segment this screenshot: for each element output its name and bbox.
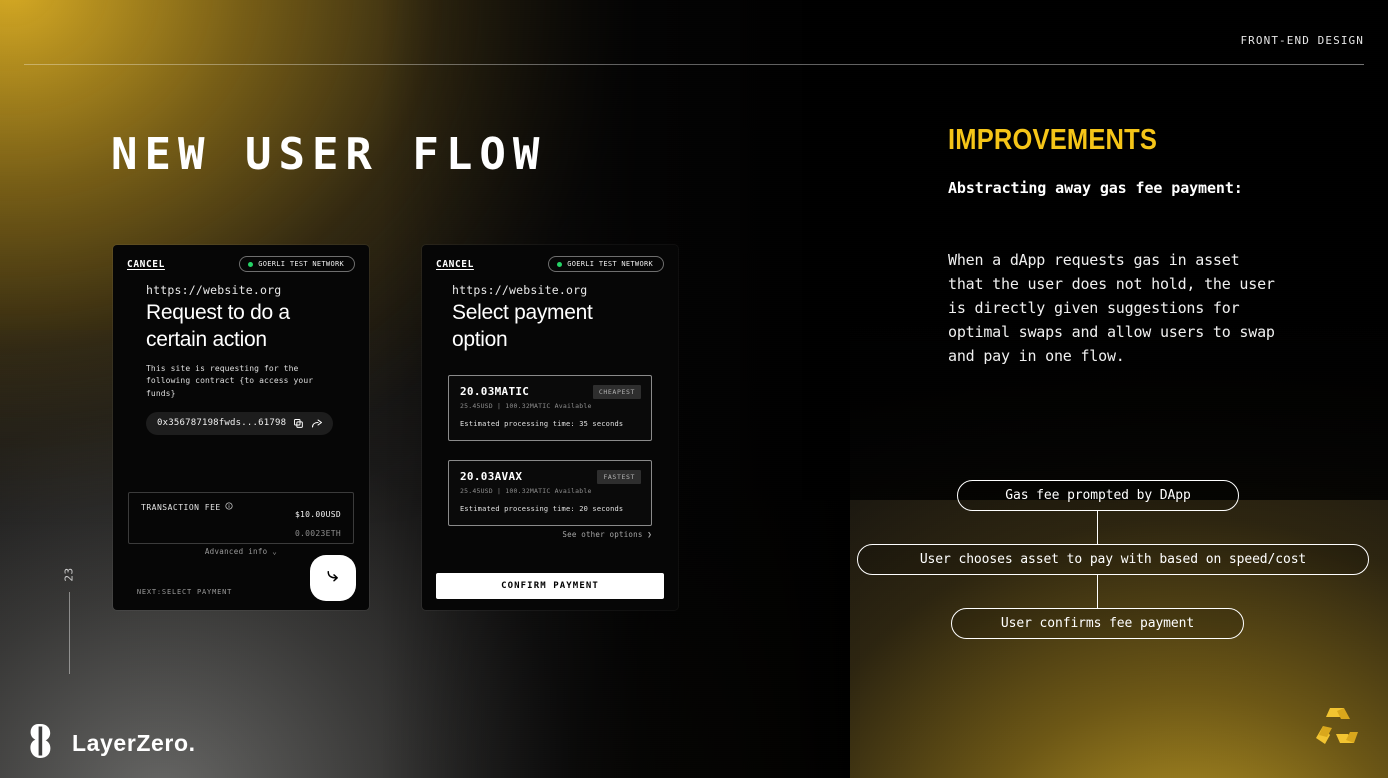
flow-step-1: Gas fee prompted by DApp xyxy=(957,480,1239,511)
network-badge-label-2: GOERLI TEST NETWORK xyxy=(567,260,653,268)
transaction-fee-label: TRANSACTION FEE xyxy=(141,502,233,512)
phone1-body: https://website.org Request to do a cert… xyxy=(113,283,369,435)
improvements-subtitle: Abstracting away gas fee payment: xyxy=(948,179,1243,197)
improvements-body: When a dApp requests gas in asset that t… xyxy=(948,251,1275,365)
next-step-button[interactable] xyxy=(310,555,356,601)
payment-option-sub: 25.45USD | 100.32MATIC Available xyxy=(460,402,592,410)
request-subtext: This site is requesting for the followin… xyxy=(146,363,314,398)
transaction-fee-row: TRANSACTION FEE $10.00USD 0.0023ETH xyxy=(141,502,341,540)
cancel-button[interactable]: CANCEL xyxy=(127,259,165,270)
payment-option-badge: FASTEST xyxy=(597,470,641,484)
header-label: FRONT-END DESIGN xyxy=(1240,34,1364,47)
copy-icon[interactable] xyxy=(293,418,304,429)
network-badge: GOERLI TEST NETWORK xyxy=(239,256,355,272)
fee-eth: 0.0023ETH xyxy=(294,529,341,538)
transaction-fee-text: TRANSACTION FEE xyxy=(141,502,221,512)
confirm-payment-button[interactable]: CONFIRM PAYMENT xyxy=(436,573,664,599)
payment-option-sub: 25.45USD | 100.32MATIC Available xyxy=(460,487,592,495)
chevron-down-icon: ⌄ xyxy=(272,547,278,556)
improvements-title: IMPROVEMENTS xyxy=(948,124,1158,156)
transaction-fee-amount: $10.00USD 0.0023ETH xyxy=(295,502,341,540)
payment-option-eta: Estimated processing time: 20 seconds xyxy=(460,505,624,513)
transaction-fee-box: TRANSACTION FEE $10.00USD 0.0023ETH Adva… xyxy=(128,492,354,556)
page-number: 23 xyxy=(62,567,76,582)
flow-connector-2 xyxy=(1097,575,1099,608)
page-number-line xyxy=(69,592,70,674)
recycle-brand-icon xyxy=(1310,702,1364,754)
phone2-topbar: CANCEL GOERLI TEST NETWORK xyxy=(422,245,678,283)
slide-canvas: FRONT-END DESIGN 23 NEW USER FLOW CANCEL… xyxy=(0,0,1388,778)
contract-address-text: 0x356787198fwds...61798 xyxy=(157,418,287,429)
fee-usd: $10.00USD xyxy=(294,510,341,519)
see-other-options-link[interactable]: See other options ❯ xyxy=(448,530,652,539)
info-icon[interactable] xyxy=(225,502,233,512)
payment-option-eta: Estimated processing time: 35 seconds xyxy=(460,420,624,428)
status-dot-icon xyxy=(248,261,254,267)
layerzero-logo-icon xyxy=(30,722,58,764)
contract-address-chip[interactable]: 0x356787198fwds...61798 xyxy=(146,411,334,435)
payment-option-amount: 20.03MATIC xyxy=(460,385,530,398)
payment-option-badge: CHEAPEST xyxy=(592,385,641,399)
status-dot-icon-2 xyxy=(557,261,563,267)
payment-option-top: 20.03AVAX FASTEST xyxy=(460,470,641,484)
network-badge-2: GOERLI TEST NETWORK xyxy=(548,256,664,272)
layerzero-wordmark: LayerZero. xyxy=(72,729,196,756)
page-title: NEW USER FLOW xyxy=(111,129,547,180)
advanced-info-label: Advanced info xyxy=(204,547,268,556)
flow-step-2: User chooses asset to pay with based on … xyxy=(857,544,1369,575)
payment-option-card[interactable]: 20.03MATIC CHEAPEST 25.45USD | 100.32MAT… xyxy=(448,375,652,441)
header-divider xyxy=(24,64,1364,65)
flow-connector-1 xyxy=(1097,511,1099,544)
arrow-right-curve-icon xyxy=(323,566,344,591)
chevron-right-icon: ❯ xyxy=(647,530,652,539)
share-icon[interactable] xyxy=(311,418,323,429)
payment-option-top: 20.03MATIC CHEAPEST xyxy=(460,385,641,399)
payment-option-card[interactable]: 20.03AVAX FASTEST 25.45USD | 100.32MATIC… xyxy=(448,460,652,526)
advanced-info-toggle[interactable]: Advanced info ⌄ xyxy=(141,547,341,556)
see-other-options-label: See other options xyxy=(562,530,643,539)
layerzero-logo: LayerZero. xyxy=(30,722,196,764)
request-heading: Request to do a certain action xyxy=(146,301,290,351)
payment-option-amount: 20.03AVAX xyxy=(460,470,523,483)
phone1-topbar: CANCEL GOERLI TEST NETWORK xyxy=(113,245,369,283)
payment-heading: Select payment option xyxy=(452,301,593,351)
site-url-2: https://website.org xyxy=(452,283,588,297)
cancel-button-2[interactable]: CANCEL xyxy=(436,259,474,270)
flow-step-3: User confirms fee payment xyxy=(951,608,1244,639)
phone2-body: https://website.org Select payment optio… xyxy=(422,283,678,354)
network-badge-label: GOERLI TEST NETWORK xyxy=(258,260,344,268)
site-url: https://website.org xyxy=(146,283,282,297)
